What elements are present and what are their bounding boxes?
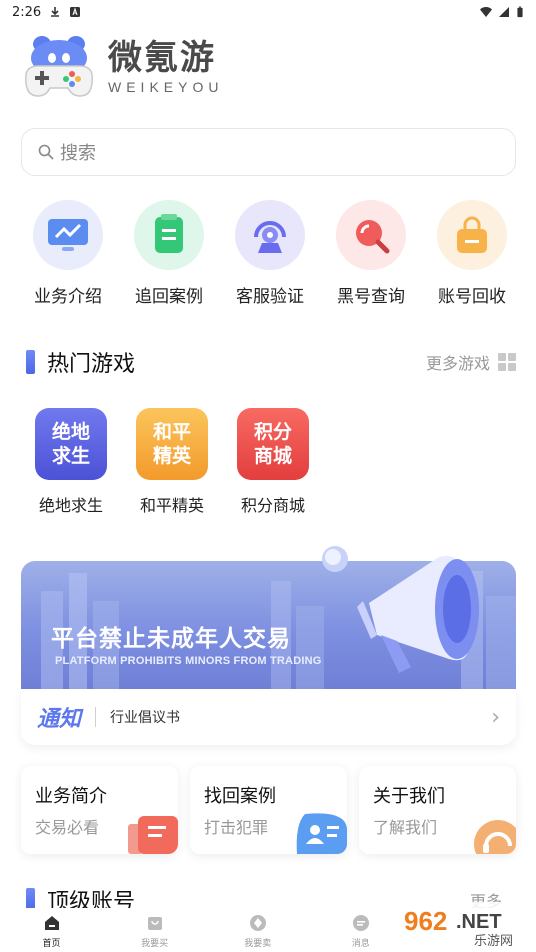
battery-icon — [517, 6, 523, 18]
tab-sell[interactable]: 我要卖 — [206, 908, 309, 952]
megaphone-icon — [322, 546, 479, 673]
headset-icon — [474, 820, 516, 854]
notice-bar[interactable]: 通知 行业倡议书 › — [21, 689, 516, 745]
hot-games-list: 绝地 求生 绝地求生 和平 精英 和平精英 积分 商城 积分商城 — [34, 408, 310, 516]
message-icon — [352, 915, 369, 931]
game-tile-icon: 和平 精英 — [136, 408, 208, 480]
more-games-link[interactable]: 更多游戏 — [426, 350, 516, 374]
watermark-image: 962 .NET 乐游网 — [400, 902, 530, 949]
game-item[interactable]: 和平 精英 和平精英 — [135, 408, 209, 516]
tab-label: 首页 — [42, 939, 61, 949]
sell-icon — [249, 915, 266, 931]
document-icon — [134, 200, 204, 270]
divider — [95, 707, 97, 727]
tab-label: 我要买 — [141, 939, 169, 949]
quick-label: 追回案例 — [135, 287, 203, 307]
search-icon — [38, 144, 54, 160]
notice-banner[interactable]: 平台禁止未成年人交易 PLATFORM PROHIBITS MINORS FRO… — [21, 543, 516, 745]
tab-home[interactable]: 首页 — [0, 908, 103, 952]
home-icon — [44, 916, 59, 930]
card-title: 业务简介 — [35, 786, 107, 807]
quick-label: 业务介绍 — [34, 287, 102, 307]
game-item[interactable]: 积分 商城 积分商城 — [236, 408, 310, 516]
status-bar: 2:26 — [0, 0, 536, 24]
chevron-right-icon: › — [491, 704, 500, 730]
contacts-icon — [296, 813, 347, 854]
cart-icon — [147, 917, 162, 930]
section-title: 热门游戏 — [47, 352, 136, 377]
tab-label: 消息 — [351, 939, 370, 949]
game-item[interactable]: 绝地 求生 绝地求生 — [34, 408, 108, 516]
quick-item-blacklist-check[interactable]: 黑号查询 — [323, 200, 419, 310]
signal-icon — [499, 7, 509, 17]
app-logo: 微氪游 WEIKEYOU — [20, 34, 240, 100]
game-tile-icon: 绝地 求生 — [35, 408, 107, 480]
game-name: 和平精英 — [139, 496, 204, 515]
logo-subtitle: WEIKEYOU — [108, 79, 224, 95]
game-name: 积分商城 — [240, 496, 305, 515]
tab-messages[interactable]: 消息 — [309, 908, 412, 952]
card-recovery-cases[interactable]: 找回案例 打击犯罪 — [190, 766, 347, 854]
tab-label: 我要卖 — [244, 939, 272, 949]
banner-subtitle: PLATFORM PROHIBITS MINORS FROM TRADING — [55, 655, 322, 667]
quick-label: 账号回收 — [438, 287, 506, 307]
card-about-us[interactable]: 关于我们 了解我们 — [359, 766, 516, 854]
svg-text:.NET: .NET — [456, 911, 502, 933]
svg-text:乐游网: 乐游网 — [474, 934, 513, 948]
game-name: 绝地求生 — [38, 496, 103, 515]
list-icon — [128, 816, 178, 854]
logo-title: 微氪游 — [108, 38, 216, 78]
more-games-label: 更多游戏 — [425, 354, 490, 373]
gamepad-mascot-icon — [25, 36, 93, 97]
search-placeholder: 搜索 — [60, 143, 96, 164]
quick-label: 黑号查询 — [337, 287, 405, 307]
status-time: 2:26 — [12, 4, 42, 20]
section-accent-bar — [26, 350, 35, 374]
quick-item-recovery-cases[interactable]: 追回案例 — [121, 200, 217, 310]
card-title: 关于我们 — [373, 786, 445, 807]
tab-buy[interactable]: 我要买 — [103, 908, 206, 952]
quick-item-support-verify[interactable]: 客服验证 — [222, 200, 318, 310]
support-icon — [235, 200, 305, 270]
game-tile-icon: 积分 商城 — [237, 408, 309, 480]
search-input[interactable]: 搜索 — [21, 128, 516, 176]
watermark-logo: 962 .NET 乐游网 — [400, 900, 530, 949]
banner-title: 平台禁止未成年人交易 — [51, 626, 291, 652]
info-cards: 业务简介 交易必看 找回案例 打击犯罪 关于我们 了解我们 — [21, 766, 516, 854]
hot-games-header: 热门游戏 更多游戏 — [26, 346, 516, 378]
svg-text:962: 962 — [404, 906, 447, 936]
quick-label: 客服验证 — [236, 287, 304, 307]
quick-actions: 业务介绍 追回案例 客服验证 黑号查询 账号回收 — [20, 200, 520, 310]
notice-text: 行业倡议书 — [110, 710, 181, 726]
quick-item-account-recycle[interactable]: 账号回收 — [424, 200, 520, 310]
notification-a-icon — [70, 7, 81, 17]
wifi-icon — [480, 7, 492, 17]
notice-badge: 通知 — [37, 707, 82, 732]
download-icon — [51, 7, 60, 17]
monitor-icon — [33, 200, 103, 270]
card-business-intro[interactable]: 业务简介 交易必看 — [21, 766, 178, 854]
bag-icon — [437, 200, 507, 270]
grid-icon — [498, 353, 516, 371]
quick-item-business-intro[interactable]: 业务介绍 — [20, 200, 116, 310]
card-title: 找回案例 — [204, 786, 276, 807]
search-icon — [336, 200, 406, 270]
